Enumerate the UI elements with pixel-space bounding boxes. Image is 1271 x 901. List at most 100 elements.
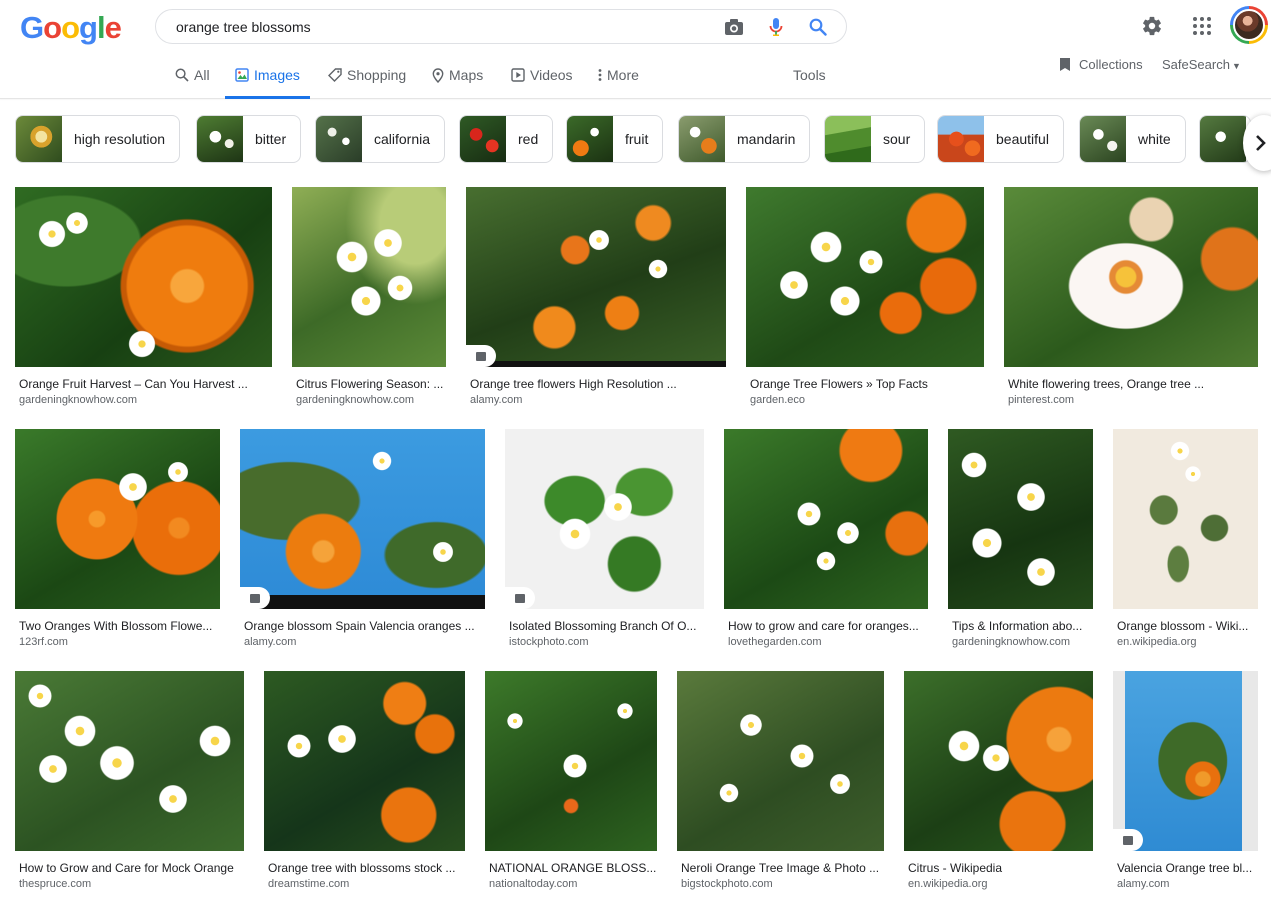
result-thumbnail: [724, 429, 928, 609]
result-thumbnail: [948, 429, 1093, 609]
result-thumbnail: [904, 671, 1093, 851]
microphone-icon[interactable]: [765, 16, 787, 38]
result-thumbnail: [15, 671, 244, 851]
result-source: lovethegarden.com: [728, 636, 822, 648]
result-source: dreamstime.com: [268, 878, 350, 890]
avatar[interactable]: [1230, 6, 1268, 44]
safesearch-menu[interactable]: SafeSearch ▼: [1162, 57, 1241, 72]
result-title: NATIONAL ORANGE BLOSS...: [489, 861, 657, 875]
result-title: Neroli Orange Tree Image & Photo ...: [681, 861, 880, 875]
image-bar: [240, 595, 485, 609]
result-title: Citrus Flowering Season: ...: [296, 377, 444, 391]
bookmark-icon: [1060, 58, 1070, 71]
image-result[interactable]: Orange blossom - Wiki... en.wikipedia.or…: [1113, 429, 1258, 649]
chip-thumbnail: [1080, 116, 1126, 162]
chip-fruit[interactable]: fruit: [566, 115, 664, 163]
result-source: istockphoto.com: [509, 636, 589, 648]
result-thumbnail: [677, 671, 884, 851]
play-icon: [511, 68, 525, 82]
related-chips: high resolution bitter california red fr…: [0, 115, 1271, 163]
tab-all[interactable]: All: [175, 52, 210, 98]
result-thumbnail: [485, 671, 657, 851]
search-input[interactable]: [176, 10, 716, 43]
image-result[interactable]: Citrus - Wikipedia en.wikipedia.org: [904, 671, 1093, 891]
chip-label: white: [1138, 131, 1171, 147]
image-result[interactable]: Neroli Orange Tree Image & Photo ... big…: [677, 671, 884, 891]
chip-label: bitter: [255, 131, 287, 147]
logo-letter: G: [20, 10, 44, 45]
tab-label: Maps: [449, 67, 484, 83]
image-result[interactable]: Two Oranges With Blossom Flowe... 123rf.…: [15, 429, 220, 649]
apps-grid-icon[interactable]: [1182, 6, 1222, 46]
tab-maps[interactable]: Maps: [432, 52, 483, 98]
image-result[interactable]: Isolated Blossoming Branch Of O... istoc…: [505, 429, 704, 649]
image-result[interactable]: Orange Tree Flowers » Top Facts garden.e…: [746, 187, 984, 407]
result-source: thespruce.com: [19, 878, 92, 890]
chip-thumbnail: [16, 116, 62, 162]
tab-shopping[interactable]: Shopping: [328, 52, 406, 98]
image-result[interactable]: Tips & Information abo... gardeningknowh…: [948, 429, 1093, 649]
result-title: Two Oranges With Blossom Flowe...: [19, 619, 213, 633]
more-vert-icon: [598, 69, 602, 81]
result-thumbnail: [15, 429, 220, 609]
chip-mandarin[interactable]: mandarin: [678, 115, 811, 163]
result-thumbnail: [1113, 429, 1258, 609]
image-result[interactable]: Orange tree with blossoms stock ... drea…: [264, 671, 465, 891]
chip-thumbnail: [679, 116, 725, 162]
caret-down-icon: ▼: [1231, 61, 1241, 71]
image-result[interactable]: Orange Fruit Harvest – Can You Harvest .…: [15, 187, 272, 407]
tab-label: Videos: [530, 67, 573, 83]
result-thumbnail: [240, 429, 485, 609]
chip-beautiful[interactable]: beautiful: [937, 115, 1064, 163]
google-logo[interactable]: Google: [20, 10, 122, 46]
image-result[interactable]: Citrus Flowering Season: ... gardeningkn…: [292, 187, 446, 407]
tab-label: More: [607, 67, 639, 83]
result-source: gardeningknowhow.com: [19, 394, 138, 406]
avatar-photo: [1233, 9, 1265, 41]
image-result[interactable]: White flowering trees, Orange tree ... p…: [1004, 187, 1258, 407]
result-title: Isolated Blossoming Branch Of O...: [509, 619, 697, 633]
chip-label: sour: [883, 131, 911, 147]
chip-bitter[interactable]: bitter: [196, 115, 302, 163]
image-result[interactable]: How to grow and care for oranges... love…: [724, 429, 928, 649]
image-result[interactable]: Orange blossom Spain Valencia oranges ..…: [240, 429, 485, 649]
camera-icon[interactable]: [723, 16, 745, 38]
chip-label: beautiful: [996, 131, 1049, 147]
chip-sour[interactable]: sour: [824, 115, 926, 163]
chevron-right-icon: [1256, 135, 1266, 151]
result-title: Tips & Information abo...: [952, 619, 1083, 633]
chip-label: high resolution: [74, 131, 166, 147]
result-thumbnail: [505, 429, 704, 609]
chip-high-resolution[interactable]: high resolution: [15, 115, 181, 163]
image-result[interactable]: How to Grow and Care for Mock Orange the…: [15, 671, 244, 891]
chip-thumbnail: [825, 116, 871, 162]
header: Google: [0, 0, 1271, 52]
chip-california[interactable]: california: [315, 115, 446, 163]
safesearch-label: SafeSearch: [1162, 57, 1230, 72]
image-badge-icon: [466, 345, 496, 367]
result-source: bigstockphoto.com: [681, 878, 773, 890]
chip-thumbnail: [567, 116, 613, 162]
collections-button[interactable]: Collections: [1059, 57, 1143, 72]
chip-red[interactable]: red: [459, 115, 554, 163]
chip-white[interactable]: white: [1079, 115, 1186, 163]
search-icon[interactable]: [807, 16, 829, 38]
image-result[interactable]: Valencia Orange tree bl... alamy.com: [1113, 671, 1258, 891]
tab-videos[interactable]: Videos: [511, 52, 573, 98]
image-icon: [235, 68, 249, 82]
collections-label: Collections: [1079, 57, 1143, 72]
chip-thumbnail: [197, 116, 243, 162]
tab-images[interactable]: Images: [225, 52, 310, 99]
gear-icon[interactable]: [1132, 6, 1172, 46]
image-result[interactable]: NATIONAL ORANGE BLOSS... nationaltoday.c…: [485, 671, 657, 891]
result-title: White flowering trees, Orange tree ...: [1008, 377, 1205, 391]
tools-button[interactable]: Tools: [793, 67, 826, 83]
result-source: en.wikipedia.org: [1117, 636, 1197, 648]
result-source: pinterest.com: [1008, 394, 1075, 406]
result-title: How to grow and care for oranges...: [728, 619, 919, 633]
result-title: Orange Tree Flowers » Top Facts: [750, 377, 928, 391]
image-result[interactable]: Orange tree flowers High Resolution ... …: [466, 187, 726, 407]
logo-letter: g: [79, 10, 98, 45]
tab-more[interactable]: More: [598, 52, 639, 98]
result-source: 123rf.com: [19, 636, 68, 648]
